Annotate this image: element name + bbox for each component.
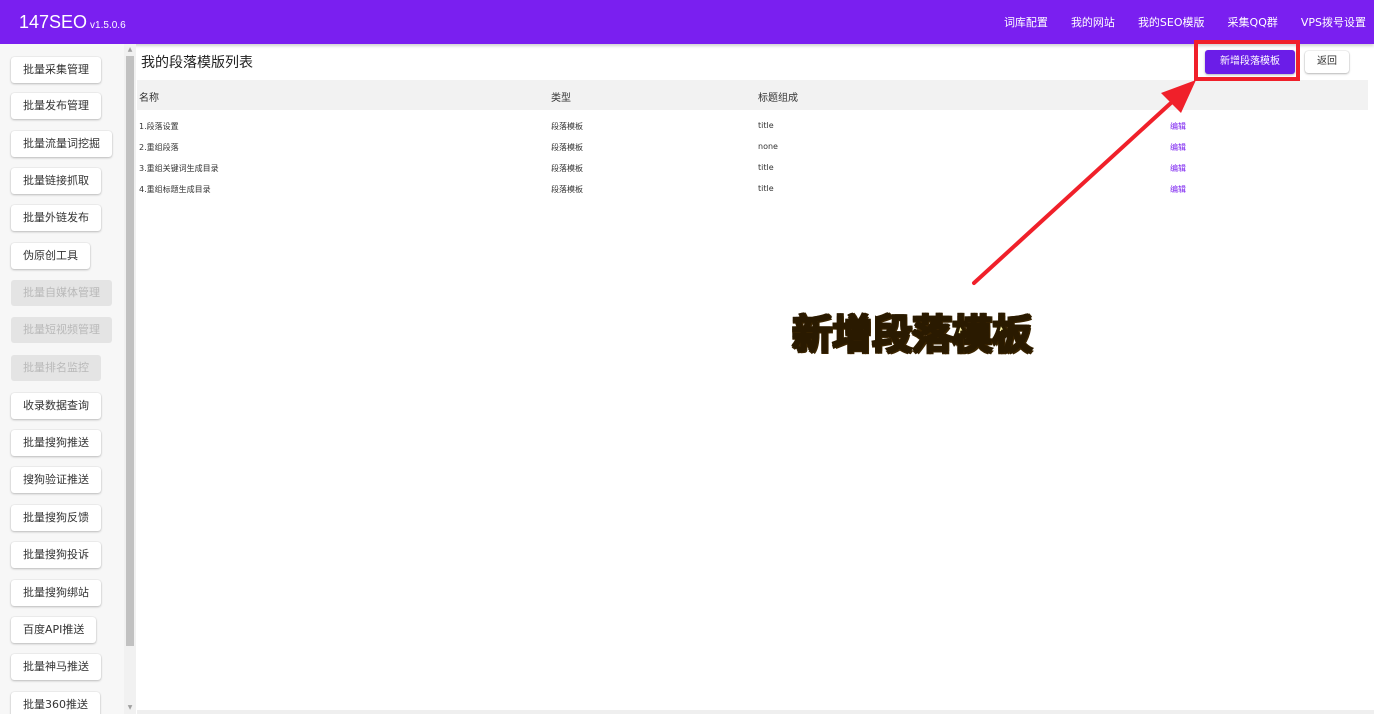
top-nav: 词库配置 我的网站 我的SEO模版 采集QQ群 VPS拨号设置 [1004,0,1374,44]
column-header-title-composition: 标题组成 [758,93,798,104]
cell-name: 2.重组段落 [139,143,179,152]
nav-my-sites[interactable]: 我的网站 [1071,14,1115,30]
edit-link[interactable]: 编辑 [1170,163,1186,174]
sidebar-item-sogou-push[interactable]: 批量搜狗推送 [11,430,101,456]
cell-type: 段落模板 [551,122,583,131]
table-row: 4.重组标题生成目录 段落模板 title 编辑 [137,179,1368,200]
sidebar-item-rank-monitor: 批量排名监控 [11,355,101,381]
cell-type: 段落模板 [551,143,583,152]
edit-link[interactable]: 编辑 [1170,142,1186,153]
sidebar-item-external-links[interactable]: 批量外链发布 [11,205,101,231]
table-row: 3.重组关键词生成目录 段落模板 title 编辑 [137,158,1368,179]
sidebar-item-batch-collect[interactable]: 批量采集管理 [11,57,101,83]
nav-wordbank-config[interactable]: 词库配置 [1004,14,1048,30]
cell-name: 4.重组标题生成目录 [139,185,211,194]
cell-type: 段落模板 [551,185,583,194]
sidebar-item-index-query[interactable]: 收录数据查询 [11,393,101,419]
cell-name: 1.段落设置 [139,122,179,131]
cell-composition: title [758,163,774,172]
nav-collect-qq-group[interactable]: 采集QQ群 [1228,14,1278,30]
sidebar-item-link-crawl[interactable]: 批量链接抓取 [11,168,101,194]
annotation-highlight-box [1194,40,1300,81]
sidebar-item-batch-publish[interactable]: 批量发布管理 [11,93,101,119]
sidebar-item-sogou-bind-site[interactable]: 批量搜狗绑站 [11,580,101,606]
annotation-label: 新增段落模板 [791,311,1033,359]
back-button[interactable]: 返回 [1305,51,1349,73]
table-row: 1.段落设置 段落模板 title 编辑 [137,116,1368,137]
main-content: 我的段落模版列表 新增段落模板 返回 名称 类型 标题组成 操 1.段落设置 段… [137,44,1368,714]
sidebar-item-sogou-complaint[interactable]: 批量搜狗投诉 [11,542,101,568]
column-header-action: 操 [1170,93,1180,104]
nav-vps-dialup-settings[interactable]: VPS拨号设置 [1301,14,1366,30]
top-bar: 147SEO v1.5.0.6 词库配置 我的网站 我的SEO模版 采集QQ群 V… [0,0,1374,44]
table-header: 名称 类型 标题组成 操 [137,80,1368,110]
page-title: 我的段落模版列表 [141,55,253,71]
sidebar-item-sogou-verify-push[interactable]: 搜狗验证推送 [11,467,101,493]
cell-name: 3.重组关键词生成目录 [139,164,219,173]
cell-type: 段落模板 [551,164,583,173]
table-row: 2.重组段落 段落模板 none 编辑 [137,137,1368,158]
edit-link[interactable]: 编辑 [1170,184,1186,195]
cell-composition: title [758,184,774,193]
table-body: 1.段落设置 段落模板 title 编辑 2.重组段落 段落模板 none 编辑… [137,116,1368,200]
scroll-down-arrow-icon[interactable]: ▼ [125,703,135,713]
app-name: 147SEO [19,12,88,32]
cell-composition: title [758,121,774,130]
sidebar-item-short-video: 批量短视频管理 [11,317,112,343]
bottom-border [137,710,1374,714]
sidebar-item-360-push[interactable]: 批量360推送 [11,692,100,714]
sidebar: 批量采集管理 批量发布管理 批量流量词挖掘 批量链接抓取 批量外链发布 伪原创工… [0,44,124,714]
sidebar-item-pseudo-original[interactable]: 伪原创工具 [11,243,90,269]
scrollbar-thumb[interactable] [126,56,134,646]
column-header-name: 名称 [139,93,159,104]
sidebar-item-baidu-api-push[interactable]: 百度API推送 [11,617,97,643]
scroll-up-arrow-icon[interactable]: ▲ [125,45,135,55]
sidebar-item-shenma-push[interactable]: 批量神马推送 [11,654,101,680]
app-brand: 147SEO v1.5.0.6 [19,11,126,37]
sidebar-item-traffic-keywords[interactable]: 批量流量词挖掘 [11,131,112,157]
column-header-type: 类型 [551,93,571,104]
edit-link[interactable]: 编辑 [1170,121,1186,132]
sidebar-item-sogou-feedback[interactable]: 批量搜狗反馈 [11,505,101,531]
nav-my-seo-templates[interactable]: 我的SEO模版 [1138,14,1205,30]
sidebar-scrollbar[interactable]: ▲ ▼ [124,44,136,714]
cell-composition: none [758,142,778,151]
app-version: v1.5.0.6 [90,20,126,31]
sidebar-item-self-media: 批量自媒体管理 [11,280,112,306]
